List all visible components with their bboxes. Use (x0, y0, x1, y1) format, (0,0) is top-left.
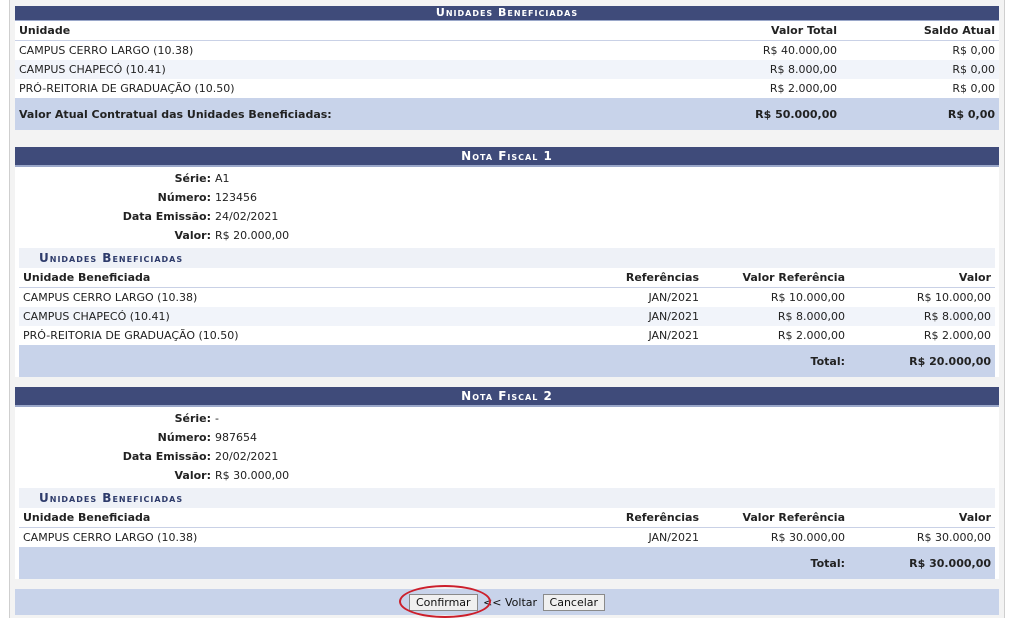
total-label: Total: (703, 345, 849, 377)
cell-referencias: JAN/2021 (648, 531, 699, 544)
cell-valor-total: R$ 2.000,00 (769, 82, 837, 95)
nota-fiscal-2-table: Unidade Beneficiada Referências Valor Re… (19, 508, 995, 579)
total-label: Total: (703, 547, 849, 579)
table-row: PRÓ-REITORIA DE GRADUAÇÃO (10.50) JAN/20… (19, 326, 995, 345)
table-header-row: Unidade Valor Total Saldo Atual (15, 21, 999, 41)
table-footer-row: Total: R$ 30.000,00 (19, 547, 995, 579)
cell-unidade: PRÓ-REITORIA DE GRADUAÇÃO (10.50) (23, 329, 239, 342)
total-value: R$ 30.000,00 (849, 547, 995, 579)
field-data-emissao: Data Emissão: 20/02/2021 (122, 450, 279, 463)
col-referencias: Referências (585, 268, 703, 288)
nota-fiscal-1-fields: Série: A1 Número: 123456 Data Emissão: 24/0… (15, 167, 999, 248)
col-referencias: Referências (585, 508, 703, 528)
cell-unidade: PRÓ-REITORIA DE GRADUAÇÃO (10.50) (19, 82, 235, 95)
table-footer-row: Total: R$ 20.000,00 (19, 345, 995, 377)
cell-unidade: CAMPUS CERRO LARGO (10.38) (23, 531, 198, 544)
cell-unidade: CAMPUS CHAPECÓ (10.41) (15, 60, 713, 79)
table-row: CAMPUS CERRO LARGO (10.38) R$ 40.000,00 … (15, 41, 999, 61)
nota-fiscal-2-header: Nota Fiscal 2 (15, 387, 999, 407)
cell-valor: R$ 8.000,00 (849, 307, 995, 326)
col-valor: Valor (849, 508, 995, 528)
unidades-beneficiadas-subtitle: Unidades Beneficiadas (19, 248, 995, 268)
col-valor-referencia: Valor Referência (703, 508, 849, 528)
col-valor: Valor (849, 268, 995, 288)
field-numero: Número: 123456 (157, 191, 257, 204)
nota-fiscal-2-panel: Nota Fiscal 2 Série: - Número: 987654 Data… (15, 387, 999, 579)
confirmar-button[interactable]: Confirmar (408, 594, 478, 611)
cell-valor: R$ 10.000,00 (916, 291, 991, 304)
cell-valor-referencia: R$ 10.000,00 (770, 291, 845, 304)
col-unidade-beneficiada: Unidade Beneficiada (19, 268, 585, 288)
cancelar-button[interactable]: Cancelar (542, 594, 606, 611)
col-unidade-beneficiada: Unidade Beneficiada (19, 508, 585, 528)
col-valor-total: Valor Total (713, 21, 841, 41)
footer-valor-total: R$ 50.000,00 (713, 98, 841, 130)
table-row: PRÓ-REITORIA DE GRADUAÇÃO (10.50) R$ 2.0… (15, 79, 999, 98)
page-frame: Unidades Beneficiadas Unidade Valor Tota… (9, 0, 1005, 618)
field-valor: Valor: R$ 30.000,00 (174, 469, 290, 482)
unidades-beneficiadas-subtitle: Unidades Beneficiadas (19, 488, 995, 508)
col-saldo-atual: Saldo Atual (841, 21, 999, 41)
cell-valor-referencia: R$ 8.000,00 (703, 307, 849, 326)
table-header-row: Unidade Beneficiada Referências Valor Re… (19, 508, 995, 528)
table-row: CAMPUS CERRO LARGO (10.38) JAN/2021 R$ 3… (19, 528, 995, 548)
footer-label: Valor Atual Contratual das Unidades Bene… (15, 98, 713, 130)
cell-valor-total: R$ 40.000,00 (762, 44, 837, 57)
cell-valor-referencia: R$ 30.000,00 (770, 531, 845, 544)
field-numero: Número: 987654 (157, 431, 257, 444)
nota-fiscal-1-header: Nota Fiscal 1 (15, 147, 999, 167)
cell-saldo-atual: R$ 0,00 (841, 60, 999, 79)
table-footer-row: Valor Atual Contratual das Unidades Bene… (15, 98, 999, 130)
table-row: CAMPUS CHAPECÓ (10.41) R$ 8.000,00 R$ 0,… (15, 60, 999, 79)
cell-unidade: CAMPUS CERRO LARGO (10.38) (19, 44, 194, 57)
cell-valor: R$ 30.000,00 (916, 531, 991, 544)
field-valor: Valor: R$ 20.000,00 (174, 229, 290, 242)
cell-saldo-atual: R$ 0,00 (952, 44, 995, 57)
nota-fiscal-2-fields: Série: - Número: 987654 Data Emissão: 20/02… (15, 407, 999, 488)
table-row: CAMPUS CHAPECÓ (10.41) JAN/2021 R$ 8.000… (19, 307, 995, 326)
col-valor-referencia: Valor Referência (703, 268, 849, 288)
unidades-beneficiadas-panel: Unidades Beneficiadas Unidade Valor Tota… (15, 6, 999, 130)
table-row: CAMPUS CERRO LARGO (10.38) JAN/2021 R$ 1… (19, 288, 995, 308)
cell-unidade: CAMPUS CERRO LARGO (10.38) (23, 291, 198, 304)
field-serie: Série: A1 (174, 172, 230, 185)
cell-referencias: JAN/2021 (648, 291, 699, 304)
table-header-row: Unidade Beneficiada Referências Valor Re… (19, 268, 995, 288)
footer-saldo-atual: R$ 0,00 (841, 98, 999, 130)
cell-valor: R$ 2.000,00 (923, 329, 991, 342)
cell-referencias: JAN/2021 (648, 329, 699, 342)
field-serie: Série: - (174, 412, 219, 425)
field-data-emissao: Data Emissão: 24/02/2021 (122, 210, 279, 223)
col-unidade: Unidade (15, 21, 713, 41)
nota-fiscal-1-panel: Nota Fiscal 1 Série: A1 Número: 123456 Dat… (15, 147, 999, 377)
cell-valor-total: R$ 8.000,00 (713, 60, 841, 79)
voltar-button[interactable]: << Voltar (481, 595, 539, 610)
cell-valor-referencia: R$ 2.000,00 (777, 329, 845, 342)
nota-fiscal-1-table: Unidade Beneficiada Referências Valor Re… (19, 268, 995, 377)
unidades-beneficiadas-header: Unidades Beneficiadas (15, 6, 999, 21)
unidades-table: Unidade Valor Total Saldo Atual CAMPUS C… (15, 21, 999, 130)
cell-unidade: CAMPUS CHAPECÓ (10.41) (19, 307, 585, 326)
cell-saldo-atual: R$ 0,00 (952, 82, 995, 95)
action-bar: Confirmar << Voltar Cancelar (15, 589, 999, 615)
total-value: R$ 20.000,00 (849, 345, 995, 377)
cell-referencias: JAN/2021 (585, 307, 703, 326)
